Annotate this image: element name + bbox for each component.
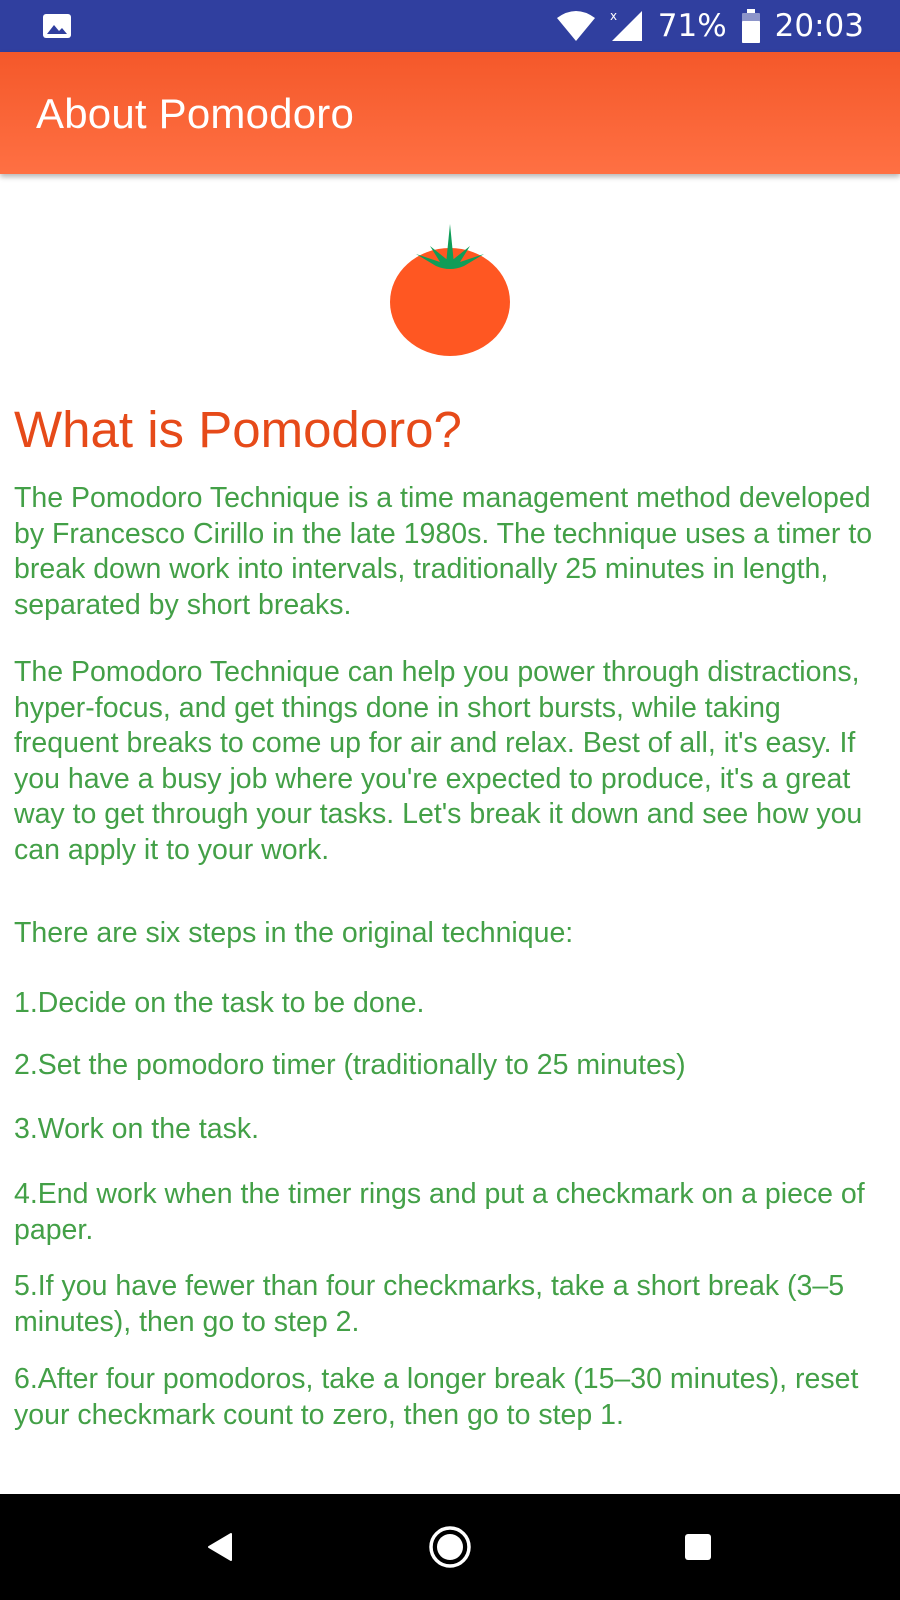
battery-icon bbox=[741, 9, 761, 43]
navigation-bar bbox=[0, 1494, 900, 1600]
intro-paragraph: The Pomodoro Technique is a time managem… bbox=[14, 482, 873, 621]
step-item: 6.After four pomodoros, take a longer br… bbox=[14, 1363, 859, 1431]
wifi-icon bbox=[556, 10, 596, 42]
step-item: 1.Decide on the task to be done. bbox=[14, 987, 425, 1019]
page-title: About Pomodoro bbox=[36, 90, 355, 137]
tomato-icon bbox=[384, 224, 516, 360]
app-bar: About Pomodoro bbox=[0, 52, 900, 174]
steps-intro: There are six steps in the original tech… bbox=[14, 917, 574, 949]
about-content[interactable]: What is Pomodoro? The Pomodoro Technique… bbox=[0, 174, 900, 1494]
status-time: 20:03 bbox=[774, 8, 864, 44]
recents-icon[interactable] bbox=[638, 1494, 758, 1600]
step-item: 3.Work on the task. bbox=[14, 1113, 260, 1145]
step-item: 5.If you have fewer than four checkmarks… bbox=[14, 1270, 845, 1338]
step-item: 4.End work when the timer rings and put … bbox=[14, 1178, 865, 1246]
status-bar: x 71% 20:03 bbox=[0, 0, 900, 52]
svg-text:x: x bbox=[610, 9, 617, 23]
home-icon[interactable] bbox=[390, 1494, 510, 1600]
signal-icon: x bbox=[610, 9, 644, 43]
benefits-paragraph: The Pomodoro Technique can help you powe… bbox=[14, 656, 863, 866]
image-icon bbox=[42, 13, 72, 39]
step-item: 2.Set the pomodoro timer (traditionally … bbox=[14, 1049, 686, 1081]
back-icon[interactable] bbox=[160, 1494, 280, 1600]
section-heading: What is Pomodoro? bbox=[14, 401, 462, 458]
battery-percent: 71% bbox=[657, 8, 727, 44]
